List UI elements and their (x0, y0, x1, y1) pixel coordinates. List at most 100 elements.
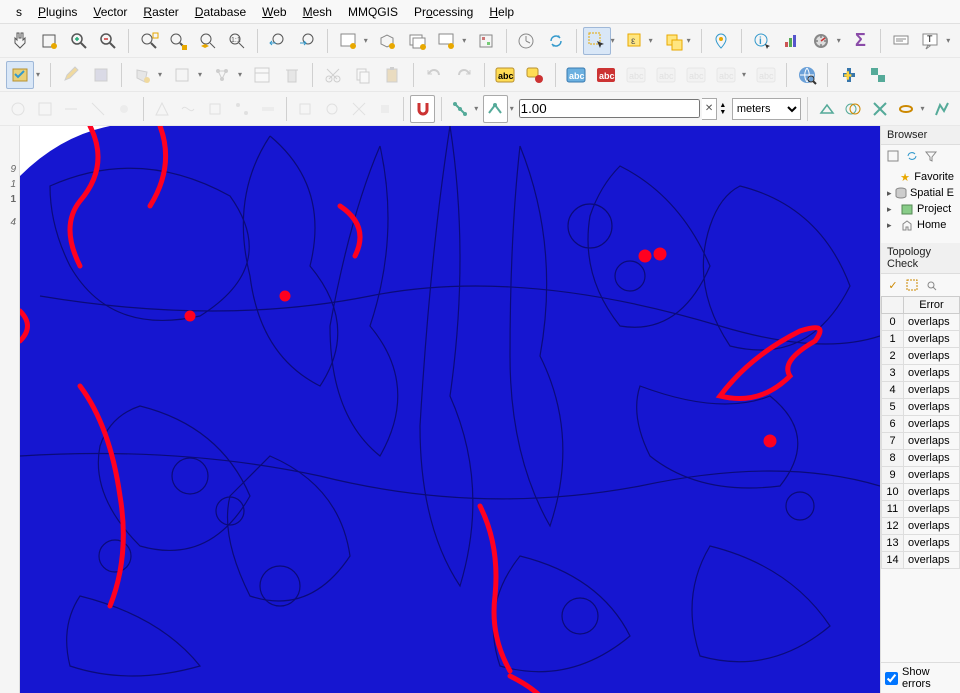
deselect-button[interactable] (659, 27, 687, 55)
adv11-button[interactable] (293, 95, 318, 123)
label-ghost2-button[interactable]: abc (652, 61, 680, 89)
enable-tracing-button[interactable] (929, 95, 954, 123)
measure-button[interactable] (807, 27, 835, 55)
adv14-button[interactable] (373, 95, 398, 123)
copy-button[interactable] (349, 61, 377, 89)
edits-button[interactable] (6, 61, 34, 89)
col-error[interactable]: Error (904, 297, 960, 314)
snap-unit-select[interactable]: meters (732, 98, 802, 120)
table-row[interactable]: 0overlaps (882, 314, 960, 331)
map-canvas[interactable] (20, 126, 880, 693)
pan-selection-button[interactable] (36, 27, 64, 55)
select-value-combo[interactable]: ε▾ (621, 27, 657, 55)
menu-s[interactable]: s (8, 2, 30, 22)
adv3-button[interactable] (59, 95, 84, 123)
dropdown-icon[interactable]: ▾ (36, 70, 44, 79)
redo-button[interactable] (450, 61, 478, 89)
adv1-button[interactable] (6, 95, 31, 123)
label-abc-button[interactable]: abc (491, 61, 519, 89)
dropdown-icon[interactable]: ▾ (611, 36, 619, 45)
snap-intersect-button[interactable] (841, 95, 866, 123)
browser-tree[interactable]: ★Favorite▸Spatial E▸Project▸Home (881, 167, 960, 235)
statistics-button[interactable] (778, 27, 806, 55)
show-errors-checkbox[interactable]: Show errors (881, 662, 960, 693)
snap-toggle-button[interactable] (410, 95, 435, 123)
menu-mesh[interactable]: Mesh (295, 2, 340, 22)
table-row[interactable]: 11overlaps (882, 501, 960, 518)
vertex-tool-button[interactable] (208, 61, 236, 89)
label-highlight-button[interactable]: abc (562, 61, 590, 89)
dropdown-icon[interactable]: ▾ (921, 104, 928, 113)
dropdown-icon[interactable]: ▾ (198, 70, 206, 79)
label-pin-button[interactable]: abc (592, 61, 620, 89)
adv6-button[interactable] (150, 95, 175, 123)
adv8-button[interactable] (203, 95, 228, 123)
python-button[interactable] (834, 61, 862, 89)
select-by-value-button[interactable]: ε (621, 27, 649, 55)
adv13-button[interactable] (346, 95, 371, 123)
zoom-layer-button[interactable] (194, 27, 222, 55)
zoom-full-button[interactable] (135, 27, 163, 55)
menu-help[interactable]: Help (481, 2, 522, 22)
filter-icon[interactable] (923, 148, 939, 164)
table-row[interactable]: 14overlaps (882, 552, 960, 569)
dropdown-icon[interactable]: ▾ (462, 36, 470, 45)
new-3d-button[interactable] (374, 27, 402, 55)
clear-icon[interactable]: ✕ (702, 98, 718, 120)
tree-toggle-icon[interactable]: ▸ (887, 204, 897, 215)
label-ghost1-button[interactable]: abc (622, 61, 650, 89)
topo-edit-button[interactable] (814, 95, 839, 123)
tree-toggle-icon[interactable]: ▸ (887, 220, 897, 231)
zoom-next-button[interactable] (294, 27, 322, 55)
new-layout-button[interactable] (433, 27, 461, 55)
validate-extent-icon[interactable] (904, 277, 920, 293)
dropdown-icon[interactable]: ▾ (946, 36, 954, 45)
tree-item[interactable]: ▸Home (885, 217, 956, 233)
dropdown-icon[interactable]: ▾ (687, 36, 695, 45)
text-annotation-button[interactable]: T (917, 27, 945, 55)
topology-table-wrap[interactable]: Error 0overlaps1overlaps2overlaps3overla… (881, 296, 960, 662)
snap-vertex-button[interactable] (483, 95, 508, 123)
dropdown-icon[interactable]: ▾ (158, 70, 166, 79)
osm-search-button[interactable] (793, 61, 821, 89)
table-row[interactable]: 4overlaps (882, 382, 960, 399)
step-up-icon[interactable]: ▲ (719, 102, 729, 109)
dropdown-icon[interactable]: ▾ (649, 36, 657, 45)
dropdown-icon[interactable]: ▾ (837, 36, 845, 45)
adv5-button[interactable] (112, 95, 137, 123)
table-row[interactable]: 10overlaps (882, 484, 960, 501)
menu-processing[interactable]: Processing (406, 2, 481, 22)
dropdown-icon[interactable]: ▾ (364, 36, 372, 45)
table-row[interactable]: 8overlaps (882, 450, 960, 467)
tree-item[interactable]: ▸Project (885, 201, 956, 217)
locator-button[interactable] (708, 27, 736, 55)
step-down-icon[interactable]: ▼ (719, 109, 729, 116)
new-map-button[interactable] (334, 27, 362, 55)
modify-attr-button[interactable] (248, 61, 276, 89)
menu-database[interactable]: Database (187, 2, 254, 22)
select-combo[interactable]: ▾ (583, 27, 619, 55)
table-row[interactable]: 12overlaps (882, 518, 960, 535)
snap-tolerance-input[interactable] (519, 99, 700, 118)
delete-selected-button[interactable] (278, 61, 306, 89)
zoom-in-button[interactable] (65, 27, 93, 55)
cut-button[interactable] (319, 61, 347, 89)
label-ghost3-button[interactable]: abc (682, 61, 710, 89)
self-snap-button[interactable] (894, 95, 919, 123)
table-row[interactable]: 1overlaps (882, 331, 960, 348)
layout-manager-button[interactable] (403, 27, 431, 55)
dropdown-icon[interactable]: ▾ (510, 104, 517, 113)
table-row[interactable]: 3overlaps (882, 365, 960, 382)
label-settings-button[interactable] (521, 61, 549, 89)
style-manager-button[interactable] (472, 27, 500, 55)
paste-button[interactable] (379, 61, 407, 89)
table-row[interactable]: 5overlaps (882, 399, 960, 416)
undo-button[interactable] (420, 61, 448, 89)
validate-icon[interactable]: ✓ (885, 277, 901, 293)
table-row[interactable]: 6overlaps (882, 416, 960, 433)
configure-icon[interactable] (923, 277, 939, 293)
refresh-button[interactable] (542, 27, 570, 55)
dig-shape-button[interactable] (168, 61, 196, 89)
refresh-icon[interactable] (904, 148, 920, 164)
table-row[interactable]: 2overlaps (882, 348, 960, 365)
